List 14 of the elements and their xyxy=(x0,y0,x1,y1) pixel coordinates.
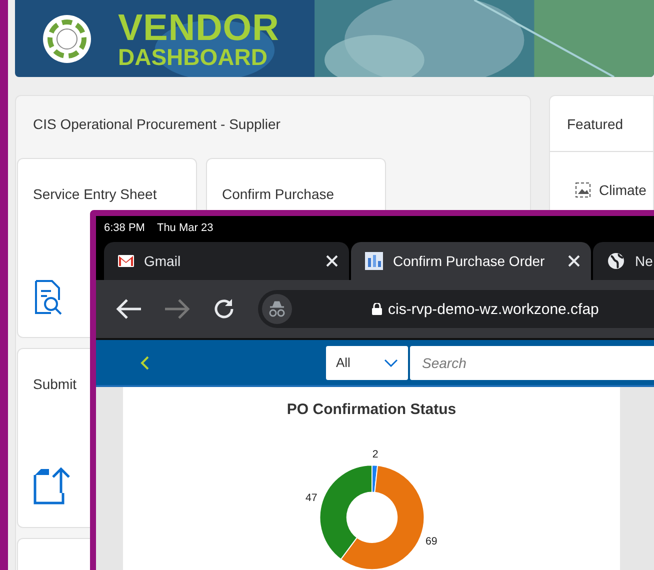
tile-title: Submit xyxy=(33,375,77,393)
data-label: 69 xyxy=(425,536,437,548)
data-label: 2 xyxy=(372,448,378,461)
chart-title: PO Confirmation Status xyxy=(286,401,456,418)
group-title: CIS Operational Procurement - Supplier xyxy=(32,115,282,134)
featured-title: Featured xyxy=(550,96,653,152)
status-time: 6:38 PM xyxy=(104,222,145,236)
banner-subtitle: DASHBOARD xyxy=(118,46,268,68)
banner-title: VENDOR xyxy=(118,8,280,46)
tile-title: Service Entry Sheet xyxy=(33,185,157,203)
data-label: 47 xyxy=(305,492,317,504)
url-text: cis-rvp-demo-wz.workzone.cfap xyxy=(388,300,599,318)
status-date: Thu Mar 23 xyxy=(156,222,214,236)
tile-title: Confirm Purchase xyxy=(222,185,334,203)
